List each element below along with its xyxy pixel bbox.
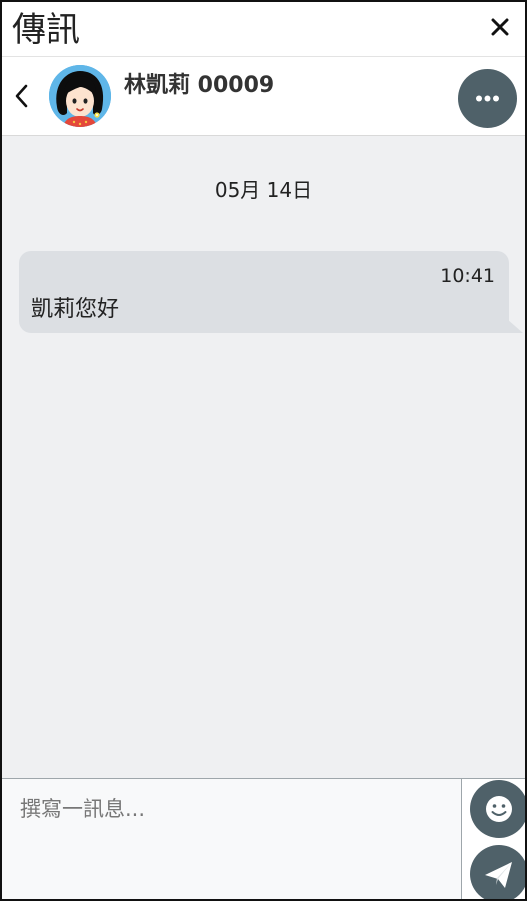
message-time: 10:41 [440,265,495,287]
paper-plane-icon [485,862,512,888]
send-button[interactable] [470,845,525,899]
window-title: 傳訊 [12,10,80,50]
more-dots-icon [476,95,499,102]
chevron-left-icon [15,84,28,108]
message-text: 凱莉您好 [31,297,120,322]
smiley-icon [486,796,512,822]
contact-name: 林凱莉 00009 [124,73,275,98]
title-bar: 傳訊 [2,2,525,57]
conversation-header: 林凱莉 00009 [2,57,525,136]
message-bubble[interactable]: 10:41 凱莉您好 [19,251,509,333]
chat-area[interactable]: 05月 14日 10:41 凱莉您好 [2,136,525,778]
date-separator: 05月 14日 [214,178,313,202]
messenger-window: 傳訊 林凱莉 00009 05月 14日 10:41 凱莉您好 撰寫一訊息... [0,0,527,901]
more-options-button[interactable] [458,69,517,128]
emoji-button[interactable] [470,780,525,838]
message-composer [2,778,525,899]
bubble-tail [507,319,523,333]
message-input[interactable] [2,779,462,899]
back-button[interactable] [10,81,34,111]
contact-avatar[interactable] [49,65,111,127]
close-button[interactable] [487,14,513,40]
close-icon [491,18,509,36]
girl-avatar-icon [49,65,111,127]
